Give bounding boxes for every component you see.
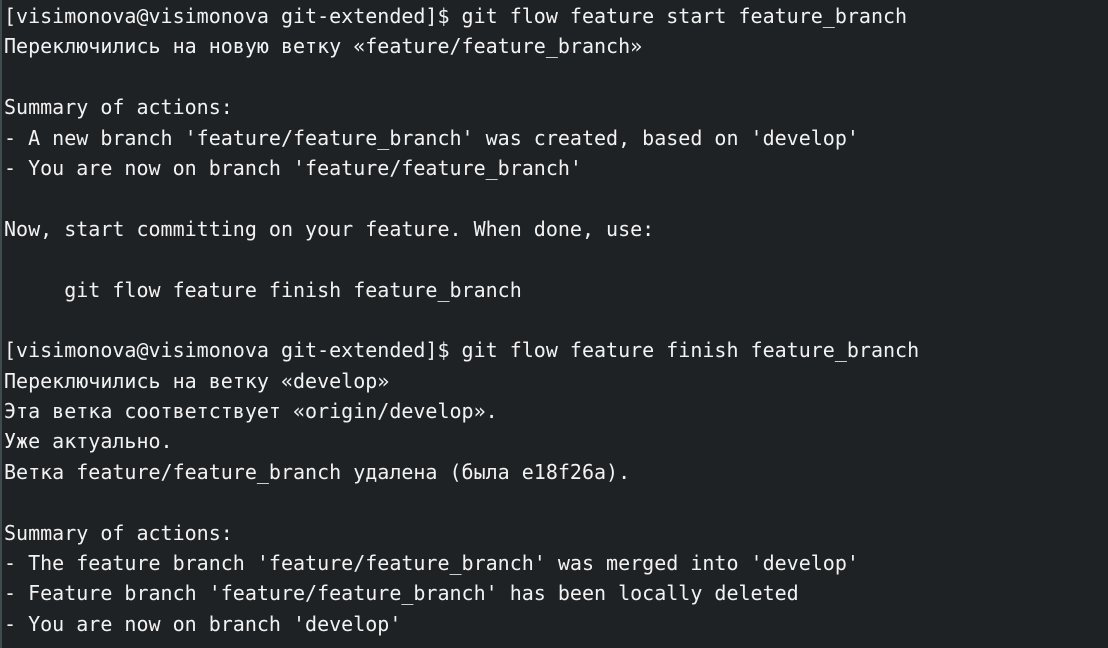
instruction-line: Now, start committing on your feature. W… — [4, 216, 655, 241]
terminal-window[interactable]: [visimonova@visimonova git-extended]$ gi… — [0, 0, 1108, 648]
summary-heading-finish: Summary of actions: — [4, 520, 233, 545]
summary-heading-start: Summary of actions: — [4, 95, 233, 120]
output-line-switched-new-branch: Переключились на новую ветку «feature/fe… — [4, 34, 643, 59]
output-line-switched-develop: Переключились на ветку «develop» — [4, 368, 390, 393]
summary-item-branch-created: - A new branch 'feature/feature_branch' … — [4, 125, 859, 150]
output-line-branch-deleted: Ветка feature/feature_branch удалена (бы… — [4, 459, 631, 484]
finish-command-hint: git flow feature finish feature_branch — [4, 277, 522, 302]
summary-item-now-on-develop: - You are now on branch 'develop' — [4, 611, 402, 636]
summary-item-deleted: - Feature branch 'feature/feature_branch… — [4, 581, 799, 606]
prompt-line-feature-finish: [visimonova@visimonova git-extended]$ gi… — [4, 338, 920, 363]
output-line-up-to-date: Уже актуально. — [4, 429, 173, 454]
prompt-line-feature-start: [visimonova@visimonova git-extended]$ gi… — [4, 4, 908, 28]
summary-item-now-on-feature-branch: - You are now on branch 'feature/feature… — [4, 155, 582, 180]
summary-item-merged: - The feature branch 'feature/feature_br… — [4, 551, 859, 576]
output-line-tracking-origin: Эта ветка соответствует «origin/develop»… — [4, 399, 498, 424]
terminal-left-edge — [0, 0, 2, 648]
